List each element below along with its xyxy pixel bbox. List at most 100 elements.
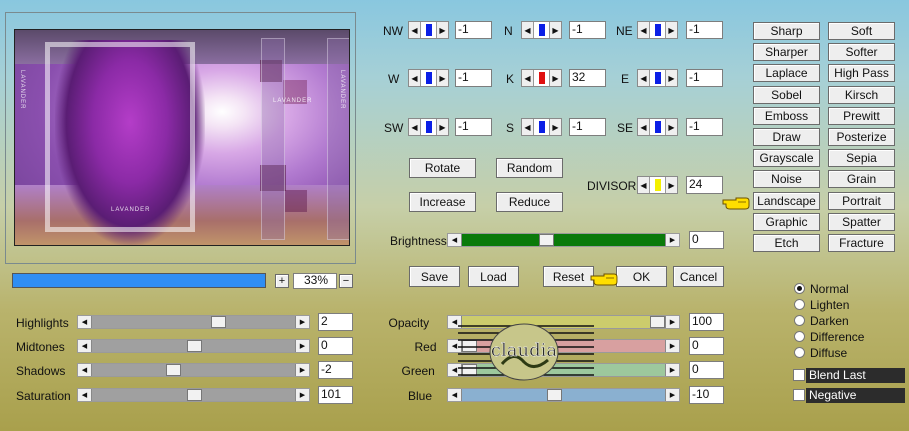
blend-radio[interactable] [794, 315, 805, 326]
load-button[interactable]: Load [468, 266, 519, 287]
tone-thumb[interactable] [166, 364, 182, 376]
brightness-thumb[interactable] [539, 234, 555, 246]
se-value[interactable]: -1 [686, 118, 723, 136]
tone-value[interactable]: 0 [318, 337, 353, 355]
color-thumb[interactable] [650, 316, 665, 328]
brightness-slider[interactable]: ◀ ▶ [447, 233, 680, 247]
preset-left-button[interactable]: Noise [753, 170, 820, 188]
k-spinner[interactable]: ◀ ▶ [521, 69, 562, 87]
s-label: S [506, 121, 515, 135]
preset-left-button[interactable]: Sharper [753, 43, 820, 61]
preset-right-button[interactable]: Soft [828, 22, 895, 40]
tone-slider[interactable]: ◀ ▶ [77, 339, 310, 353]
blend-last-label: Blend Last [806, 368, 905, 383]
n-value[interactable]: -1 [569, 21, 606, 39]
tone-slider[interactable]: ◀ ▶ [77, 363, 310, 377]
nw-value[interactable]: -1 [455, 21, 492, 39]
increase-button[interactable]: Increase [409, 192, 476, 212]
preset-left-button[interactable]: Grayscale [753, 149, 820, 167]
preset-left-button[interactable]: Emboss [753, 107, 820, 125]
k-label: K [506, 72, 515, 86]
reduce-button[interactable]: Reduce [496, 192, 563, 212]
zoom-in-button[interactable]: + [275, 274, 289, 288]
pointing-hand-icon [590, 273, 618, 286]
preset-left-button[interactable]: Draw [753, 128, 820, 146]
tone-value[interactable]: -2 [318, 361, 353, 379]
random-button[interactable]: Random [496, 158, 563, 178]
zoom-value[interactable]: 33% [293, 273, 337, 289]
blend-radio[interactable] [794, 331, 805, 342]
tone-thumb[interactable] [186, 389, 202, 401]
negative-checkbox[interactable] [793, 389, 805, 401]
color-label: Opacity [388, 316, 430, 330]
preset-right-button[interactable]: Fracture [828, 234, 895, 252]
reset-button[interactable]: Reset [543, 266, 594, 287]
s-value[interactable]: -1 [569, 118, 606, 136]
tone-slider[interactable]: ◀ ▶ [77, 388, 310, 402]
color-thumb[interactable] [546, 389, 562, 401]
preset-right-button[interactable]: Portrait [828, 192, 895, 210]
e-label: E [621, 72, 630, 86]
blend-radio[interactable] [794, 347, 805, 358]
preset-left-button[interactable]: Laplace [753, 64, 820, 82]
cancel-button[interactable]: Cancel [673, 266, 724, 287]
blend-option-label: Diffuse [810, 346, 848, 360]
sw-label: SW [384, 121, 404, 135]
preview-text-center: LAVANDER [273, 98, 313, 104]
blend-radio[interactable] [794, 299, 805, 310]
blend-radio[interactable] [794, 283, 805, 294]
tone-value[interactable]: 101 [318, 386, 353, 404]
color-value[interactable]: -10 [689, 386, 724, 404]
nw-spinner[interactable]: ◀ ▶ [408, 21, 449, 39]
tone-thumb[interactable] [210, 316, 226, 328]
preset-left-button[interactable]: Landscape [753, 192, 820, 210]
preset-left-button[interactable]: Etch [753, 234, 820, 252]
preset-right-button[interactable]: Sepia [828, 149, 895, 167]
watermark-text: claudia [491, 340, 557, 361]
color-value[interactable]: 0 [689, 337, 724, 355]
zoom-out-button[interactable]: − [339, 274, 353, 288]
save-button[interactable]: Save [409, 266, 460, 287]
preset-right-button[interactable]: High Pass [828, 64, 895, 82]
divisor-spinner[interactable]: ◀ ▶ [637, 176, 678, 194]
preview-text-left: LAVANDER [19, 70, 25, 110]
n-spinner[interactable]: ◀ ▶ [521, 21, 562, 39]
divisor-value[interactable]: 24 [686, 176, 723, 194]
w-value[interactable]: -1 [455, 69, 492, 87]
preset-left-button[interactable]: Sharp [753, 22, 820, 40]
preset-left-button[interactable]: Sobel [753, 86, 820, 104]
brightness-value[interactable]: 0 [689, 231, 724, 249]
blend-last-checkbox[interactable] [793, 369, 805, 381]
sw-value[interactable]: -1 [455, 118, 492, 136]
w-spinner[interactable]: ◀ ▶ [408, 69, 449, 87]
k-value[interactable]: 32 [569, 69, 606, 87]
color-value[interactable]: 0 [689, 361, 724, 379]
preset-right-button[interactable]: Prewitt [828, 107, 895, 125]
preset-right-button[interactable]: Kirsch [828, 86, 895, 104]
se-spinner[interactable]: ◀ ▶ [637, 118, 678, 136]
tone-label: Shadows [16, 364, 66, 378]
se-label: SE [617, 121, 634, 135]
ok-button[interactable]: OK [616, 266, 667, 287]
preset-right-button[interactable]: Grain [828, 170, 895, 188]
negative-label: Negative [806, 388, 905, 403]
preset-right-button[interactable]: Spatter [828, 213, 895, 231]
color-value[interactable]: 100 [689, 313, 724, 331]
preset-left-button[interactable]: Graphic [753, 213, 820, 231]
e-value[interactable]: -1 [686, 69, 723, 87]
tone-thumb[interactable] [186, 340, 202, 352]
blend-option-label: Lighten [810, 298, 850, 312]
tone-value[interactable]: 2 [318, 313, 353, 331]
color-slider[interactable]: ◀ ▶ [447, 388, 680, 402]
sw-spinner[interactable]: ◀ ▶ [408, 118, 449, 136]
divisor-label: DIVISOR [587, 179, 637, 193]
ne-spinner[interactable]: ◀ ▶ [637, 21, 678, 39]
ne-value[interactable]: -1 [686, 21, 723, 39]
s-spinner[interactable]: ◀ ▶ [521, 118, 562, 136]
preset-right-button[interactable]: Softer [828, 43, 895, 61]
preset-right-button[interactable]: Posterize [828, 128, 895, 146]
e-spinner[interactable]: ◀ ▶ [637, 69, 678, 87]
tone-slider[interactable]: ◀ ▶ [77, 315, 310, 329]
rotate-button[interactable]: Rotate [409, 158, 476, 178]
blend-option-label: Difference [810, 330, 865, 344]
